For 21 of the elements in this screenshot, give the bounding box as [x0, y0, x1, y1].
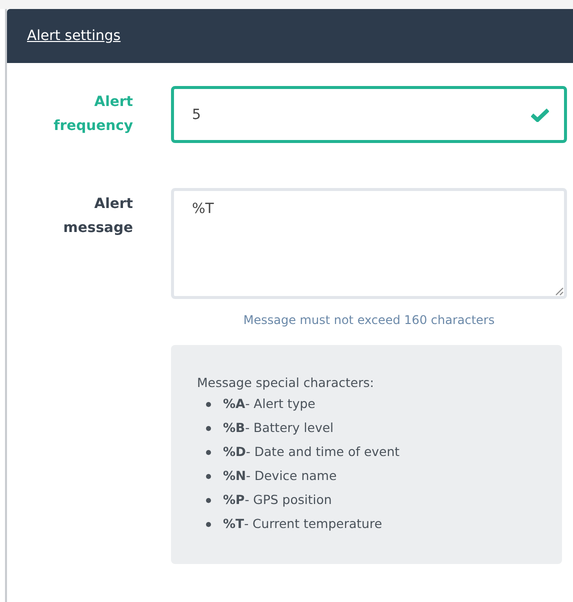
resize-handle-icon[interactable]: [555, 287, 564, 296]
bullet-icon: [206, 450, 211, 454]
message-field[interactable]: %T: [171, 188, 567, 299]
help-item: %B- Battery level: [223, 419, 334, 437]
bullet-icon: [206, 474, 211, 478]
bullet-icon: [206, 498, 211, 502]
frequency-field[interactable]: 5: [171, 86, 567, 143]
help-item: %A- Alert type: [223, 395, 316, 413]
panel-title[interactable]: Alert settings: [27, 28, 121, 44]
checkmark-icon: [531, 108, 549, 122]
help-item: %D- Date and time of event: [223, 443, 400, 461]
help-item: %N- Device name: [223, 467, 337, 485]
bullet-icon: [206, 426, 211, 430]
bullet-icon: [206, 522, 211, 526]
help-item: %T- Current temperature: [223, 515, 382, 533]
bullet-icon: [206, 402, 211, 406]
field-label: Alert message: [62, 195, 133, 238]
hint-text: Message must not exceed 160 characters: [242, 313, 496, 327]
help-item: %P- GPS position: [223, 491, 332, 509]
help-title: Message special characters:: [197, 375, 375, 390]
field-label: Alert frequency: [52, 93, 133, 136]
